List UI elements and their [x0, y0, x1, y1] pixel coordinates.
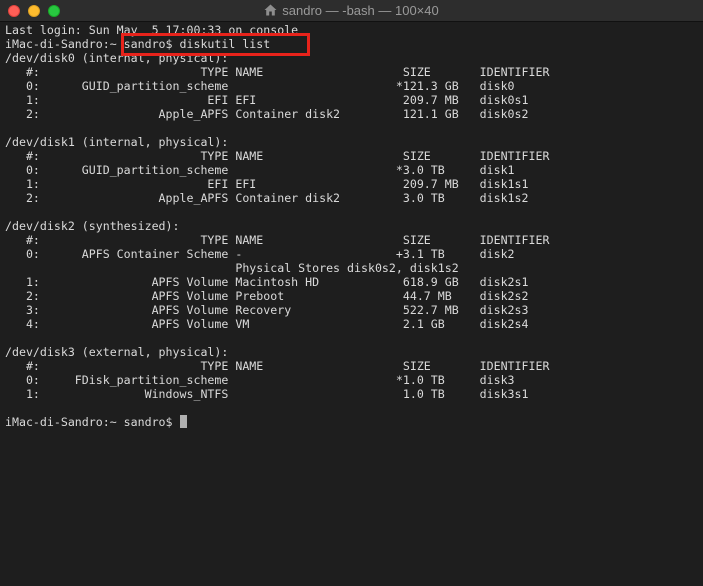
terminal-line: 1: EFI EFI 209.7 MB disk0s1 [5, 93, 529, 107]
terminal-line: /dev/disk0 (internal, physical): [5, 51, 229, 65]
prompt-line[interactable]: iMac-di-Sandro:~ sandro$ [5, 415, 703, 429]
shell-prompt: iMac-di-Sandro:~ sandro$ [5, 415, 180, 429]
terminal-line: #: TYPE NAME SIZE IDENTIFIER [5, 233, 550, 247]
window-title-text: sandro — -bash — 100×40 [282, 3, 439, 18]
terminal-line: /dev/disk3 (external, physical): [5, 345, 229, 359]
text-cursor [179, 415, 187, 428]
terminal-line: #: TYPE NAME SIZE IDENTIFIER [5, 359, 550, 373]
terminal-line: 4: APFS Volume VM 2.1 GB disk2s4 [5, 317, 529, 331]
terminal-output[interactable]: Last login: Sun May 5 17:00:33 on consol… [5, 23, 703, 586]
terminal-line: 1: EFI EFI 209.7 MB disk1s1 [5, 177, 529, 191]
terminal-line: 1: APFS Volume Macintosh HD 618.9 GB dis… [5, 275, 529, 289]
terminal-line: iMac-di-Sandro:~ sandro$ diskutil list [5, 37, 271, 51]
terminal-line: 0: GUID_partition_scheme *3.0 TB disk1 [5, 163, 515, 177]
terminal-line: 2: APFS Volume Preboot 44.7 MB disk2s2 [5, 289, 529, 303]
terminal-line: 1: Windows_NTFS 1.0 TB disk3s1 [5, 387, 529, 401]
terminal-line: Physical Stores disk0s2, disk1s2 [5, 261, 459, 275]
terminal-line: 0: FDisk_partition_scheme *1.0 TB disk3 [5, 373, 515, 387]
terminal-line: 0: GUID_partition_scheme *121.3 GB disk0 [5, 79, 515, 93]
terminal-line: 2: Apple_APFS Container disk2 121.1 GB d… [5, 107, 529, 121]
terminal-line: 3: APFS Volume Recovery 522.7 MB disk2s3 [5, 303, 529, 317]
terminal-line: /dev/disk1 (internal, physical): [5, 135, 229, 149]
window-title: sandro — -bash — 100×40 [0, 0, 703, 22]
home-folder-icon [264, 4, 277, 16]
title-bar[interactable]: sandro — -bash — 100×40 [0, 0, 703, 22]
terminal-window: sandro — -bash — 100×40 Last login: Sun … [0, 0, 703, 586]
terminal-line: 0: APFS Container Scheme - +3.1 TB disk2 [5, 247, 515, 261]
terminal-line: Last login: Sun May 5 17:00:33 on consol… [5, 23, 299, 37]
terminal-line: #: TYPE NAME SIZE IDENTIFIER [5, 149, 550, 163]
terminal-line: #: TYPE NAME SIZE IDENTIFIER [5, 65, 550, 79]
terminal-line: 2: Apple_APFS Container disk2 3.0 TB dis… [5, 191, 529, 205]
terminal-line: /dev/disk2 (synthesized): [5, 219, 180, 233]
